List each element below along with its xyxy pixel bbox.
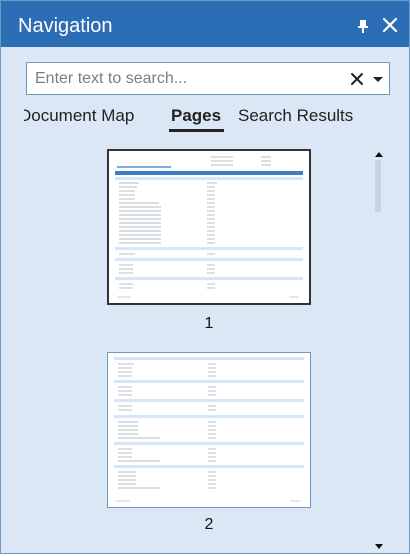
vertical-scrollbar[interactable] [371, 142, 387, 552]
tab-document-map[interactable]: Document Map [24, 105, 154, 129]
close-icon [351, 73, 363, 85]
tab-label: Pages [171, 106, 222, 125]
scrollbar-thumb[interactable] [375, 160, 381, 212]
scroll-down-button[interactable] [371, 539, 387, 549]
pin-icon [358, 20, 368, 33]
page-number: 1 [204, 315, 214, 332]
tab-label: Document Map [24, 106, 135, 125]
tab-label: Search Results [238, 106, 354, 125]
dropdown-arrow-icon [373, 77, 383, 82]
pin-button[interactable] [351, 14, 373, 36]
search-options-button[interactable] [370, 71, 386, 87]
tab-pages[interactable]: Pages [171, 105, 221, 129]
page-preview-image [109, 151, 309, 303]
clear-search-button[interactable] [349, 71, 365, 87]
selected-tab-indicator [169, 129, 224, 132]
tab-search-results[interactable]: Search Results [238, 105, 353, 129]
page-thumbnail[interactable] [107, 352, 311, 508]
scroll-up-arrow-icon [375, 152, 383, 157]
navigation-pane: Navigation Document Map [0, 0, 410, 554]
scroll-down-arrow-icon [375, 544, 383, 549]
title-bar: Navigation [1, 1, 409, 47]
close-icon [382, 17, 398, 33]
scroll-up-button[interactable] [371, 146, 387, 157]
page-thumbnail[interactable] [107, 149, 311, 305]
close-pane-button[interactable] [379, 14, 401, 36]
page-preview-image [108, 353, 310, 507]
page-thumbnails-list: 1 2 [11, 139, 393, 553]
search-input[interactable] [33, 67, 333, 91]
pane-title: Navigation [18, 15, 113, 37]
search-box [26, 62, 390, 95]
page-number: 2 [204, 516, 214, 533]
